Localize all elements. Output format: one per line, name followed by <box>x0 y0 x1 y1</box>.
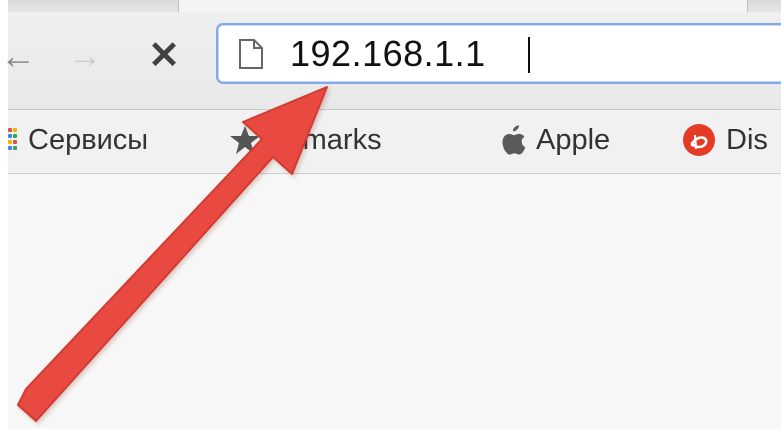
apple-icon <box>502 125 526 155</box>
address-bar[interactable]: 192.168.1.1 <box>216 23 781 84</box>
bookmark-label: Сервисы <box>28 123 149 156</box>
browser-window: ← → ✕ 192.168.1.1 Сервисы okmarks Apple … <box>0 0 781 429</box>
tab-strip <box>8 0 781 12</box>
apps-icon <box>8 126 18 154</box>
page-icon <box>239 39 263 69</box>
bookmark-label: Dis <box>726 123 768 156</box>
forward-arrow-icon: → <box>68 37 102 75</box>
stop-button[interactable]: ✕ <box>143 36 185 76</box>
text-caret <box>528 37 530 73</box>
bookmark-bookmarks[interactable]: okmarks <box>228 118 382 162</box>
bookmark-apple[interactable]: Apple <box>498 118 610 162</box>
back-arrow-icon: ← <box>0 35 36 76</box>
page-content <box>8 174 781 429</box>
back-button[interactable]: ← <box>0 36 36 76</box>
stop-icon: ✕ <box>148 35 180 77</box>
forward-button[interactable]: → <box>64 36 106 76</box>
address-input-value[interactable]: 192.168.1.1 <box>290 32 486 76</box>
active-tab-edge <box>178 0 748 12</box>
browser-toolbar: ← → ✕ 192.168.1.1 <box>0 12 781 110</box>
disney-icon <box>683 124 715 156</box>
bookmark-label: okmarks <box>272 123 382 156</box>
bookmark-apps[interactable]: Сервисы <box>8 118 148 162</box>
bookmark-disney[interactable]: Dis <box>682 118 768 162</box>
bookmark-label: Apple <box>536 123 611 156</box>
bookmarks-bar: Сервисы okmarks Apple Dis <box>8 110 781 174</box>
star-icon <box>230 126 260 154</box>
